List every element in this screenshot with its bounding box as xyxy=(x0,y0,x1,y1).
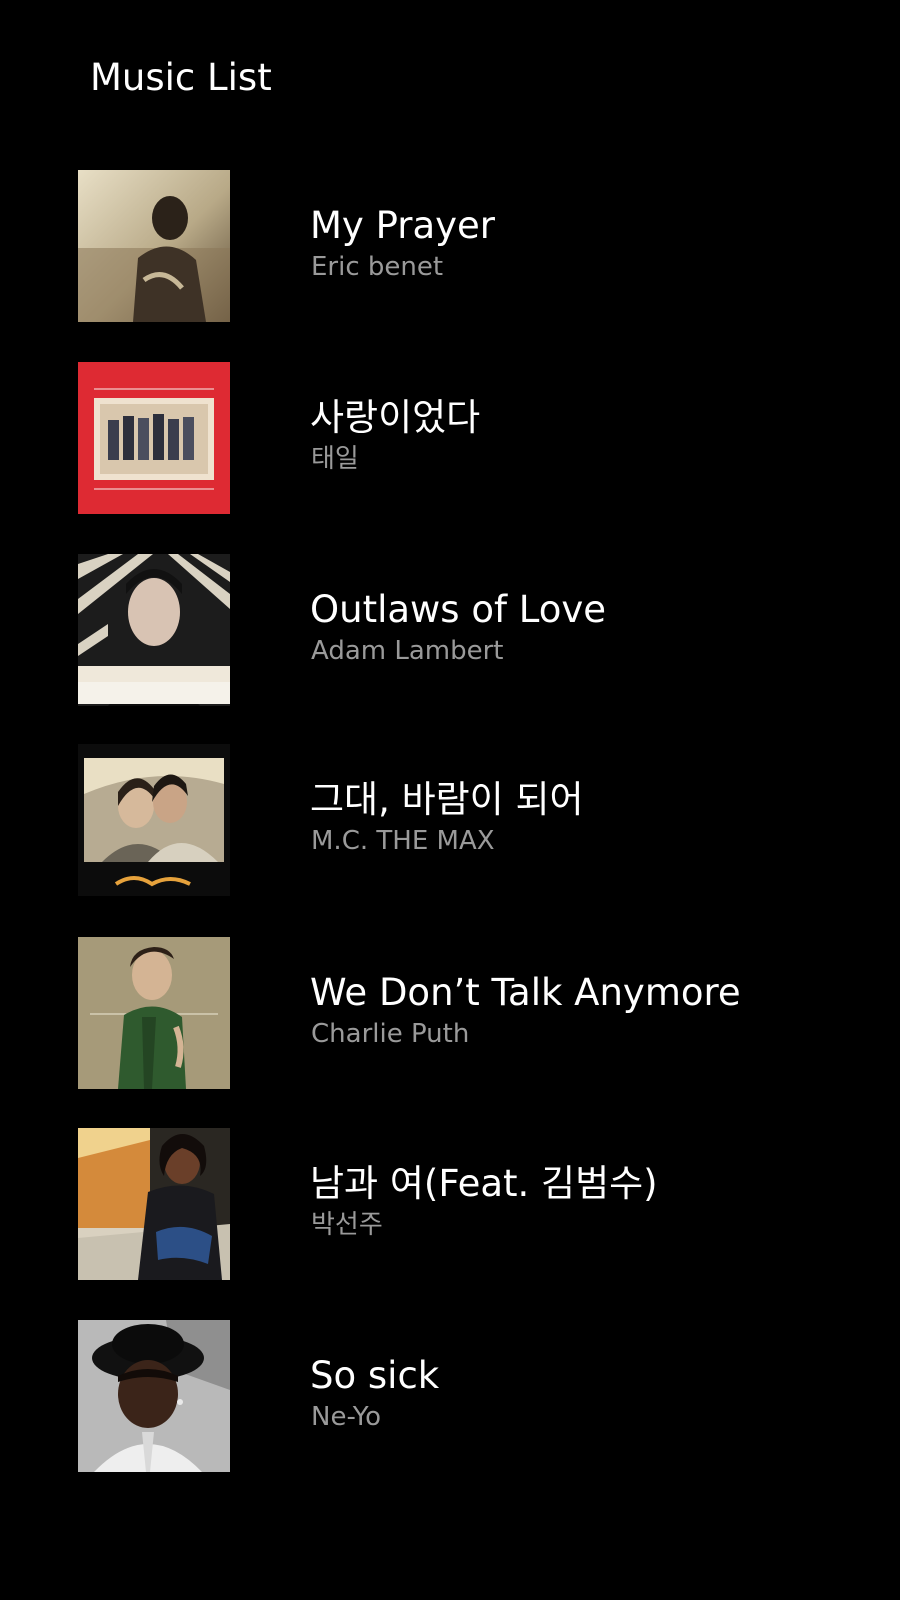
album-cover-image xyxy=(78,1128,230,1280)
song-artist: Ne-Yo xyxy=(311,1402,382,1432)
song-title: 그대, 바람이 되어 xyxy=(310,778,584,821)
album-cover-image xyxy=(78,554,230,706)
song-title: My Prayer xyxy=(310,204,495,247)
song-title: Outlaws of Love xyxy=(310,588,607,631)
song-artist: 박선주 xyxy=(311,1210,383,1240)
song-artist: Eric benet xyxy=(311,252,444,282)
album-cover-namgwa-yeo xyxy=(78,1128,230,1280)
album-cover-image xyxy=(78,1320,230,1472)
song-item-my-prayer[interactable]: My Prayer Eric benet xyxy=(78,170,858,322)
song-title: 사랑이었다 xyxy=(310,396,481,439)
song-item-we-dont-talk-anymore[interactable]: We Don’t Talk Anymore Charlie Puth xyxy=(78,937,858,1089)
album-cover-image xyxy=(78,170,230,322)
song-artist: Charlie Puth xyxy=(311,1019,470,1049)
song-item-namgwa-yeo[interactable]: 남과 여(Feat. 김범수) 박선주 xyxy=(78,1128,858,1280)
album-cover-geudae-barami-doeeo xyxy=(78,744,230,896)
album-cover-we-dont-talk-anymore xyxy=(78,937,230,1089)
song-title: So sick xyxy=(310,1354,440,1397)
album-cover-outlaws-of-love xyxy=(78,554,230,706)
album-cover-sarangieotda xyxy=(78,362,230,514)
album-cover-so-sick xyxy=(78,1320,230,1472)
song-artist: Adam Lambert xyxy=(311,636,504,666)
album-cover-image xyxy=(78,937,230,1089)
song-item-outlaws-of-love[interactable]: Outlaws of Love Adam Lambert xyxy=(78,554,858,706)
song-artist: M.C. THE MAX xyxy=(311,826,495,856)
song-item-sarangieotda[interactable]: 사랑이었다 태일 xyxy=(78,362,858,514)
album-cover-image xyxy=(78,744,230,896)
song-title: 남과 여(Feat. 김범수) xyxy=(310,1162,658,1205)
song-item-geudae-barami-doeeo[interactable]: 그대, 바람이 되어 M.C. THE MAX xyxy=(78,744,858,896)
song-list: My Prayer Eric benet 사랑이었다 태일 Outlaws of… xyxy=(0,0,900,1600)
song-item-so-sick[interactable]: So sick Ne-Yo xyxy=(78,1320,858,1472)
song-title: We Don’t Talk Anymore xyxy=(310,971,741,1014)
song-artist: 태일 xyxy=(311,444,359,474)
album-cover-image xyxy=(78,362,230,514)
album-cover-my-prayer xyxy=(78,170,230,322)
